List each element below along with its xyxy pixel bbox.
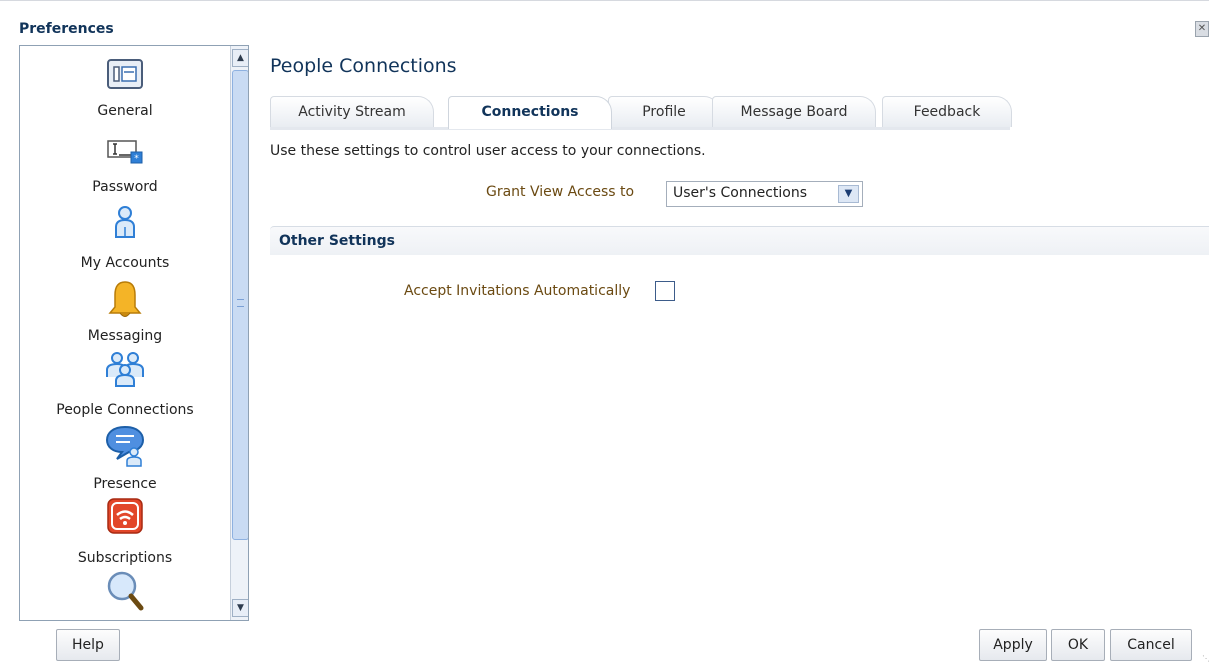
tab-feedback[interactable]: Feedback [882,96,1012,127]
bell-icon [107,279,143,325]
grip-icon [237,299,244,307]
people-group-icon [103,351,147,391]
settings-description: Use these settings to control user acces… [270,143,706,159]
close-icon[interactable]: ✕ [1195,21,1209,37]
sidebar-item-password[interactable]: * Password [20,135,230,199]
sidebar-item-label: General [97,103,153,119]
sidebar-item-messaging[interactable]: Messaging [20,275,230,349]
sidebar-item-presence[interactable]: Presence [20,425,230,497]
chevron-down-icon[interactable]: ▼ [838,185,859,203]
password-field-icon: * [107,139,143,169]
dialog-footer: Help Apply OK Cancel ⋱ [0,625,1209,663]
sidebar-item-label: Presence [93,476,157,492]
section-title: Other Settings [279,233,395,249]
sidebar-scrollbar[interactable]: ▲ ▼ [230,46,248,620]
sidebar-item-label: My Accounts [80,255,170,271]
cancel-button[interactable]: Cancel [1110,629,1192,661]
sidebar-item-my-accounts[interactable]: My Accounts [20,203,230,275]
sidebar-item-subscriptions[interactable]: Subscriptions [20,498,230,570]
tab-underline [270,127,1010,130]
resize-grip-icon[interactable]: ⋱ [1202,654,1209,663]
title-bar: Preferences ✕ [0,0,1209,45]
sidebar-item-general[interactable]: General [20,46,230,121]
page-title: People Connections [270,55,457,77]
presence-chat-icon [105,425,145,471]
tab-bar: Activity Stream Connections Profile Mess… [270,96,1012,129]
sidebar-item-label: Messaging [87,328,163,344]
window-title: Preferences [19,21,114,37]
svg-text:*: * [134,154,139,164]
sidebar-item-people-connections[interactable]: People Connections [20,351,230,423]
ok-button[interactable]: OK [1051,629,1105,661]
other-settings-header: Other Settings [270,226,1209,255]
select-value: User's Connections [673,185,808,201]
help-button[interactable]: Help [56,629,120,661]
general-settings-icon [107,58,143,94]
accept-invitations-checkbox[interactable] [655,281,675,301]
accept-invitations-label: Accept Invitations Automatically [404,283,631,299]
sidebar-item-label: Subscriptions [77,550,173,566]
apply-button[interactable]: Apply [979,629,1047,661]
sidebar-item-label: Password [92,179,158,195]
tab-activity-stream[interactable]: Activity Stream [270,96,434,127]
scroll-thumb[interactable] [232,70,248,540]
tab-connections[interactable]: Connections [448,96,612,129]
scroll-up-icon[interactable]: ▲ [232,49,248,67]
tab-message-board[interactable]: Message Board [712,96,876,127]
search-magnifier-icon [105,570,145,618]
main-panel: People Connections Activity Stream Conne… [266,45,1209,619]
preferences-sidebar: General * Password My Accounts Messaging… [19,45,249,621]
sidebar-item-label: People Connections [56,402,194,418]
rss-feed-icon [107,498,143,538]
grant-view-access-select[interactable]: User's Connections ▼ [666,181,863,207]
grant-view-access-label: Grant View Access to [486,184,635,200]
user-icon [110,205,140,243]
sidebar-item-search[interactable] [20,570,230,620]
scroll-down-icon[interactable]: ▼ [232,599,248,617]
tab-profile[interactable]: Profile [608,96,720,127]
